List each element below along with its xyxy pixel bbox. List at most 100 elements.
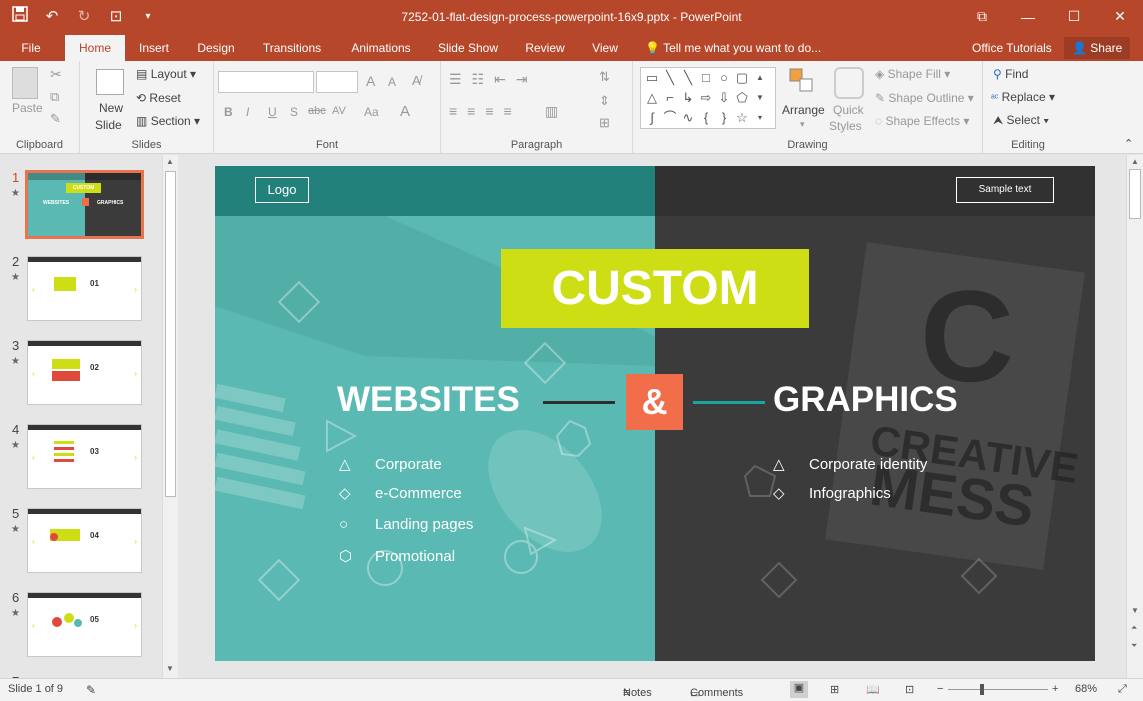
section-button[interactable]: ▥ Section ▾ — [136, 114, 200, 128]
collapse-ribbon-icon[interactable]: ⌃ — [1124, 137, 1133, 150]
select-button[interactable]: ⮝ Select ▾ — [993, 113, 1049, 128]
slide-thumbnail-6[interactable]: 05 ‹ › — [27, 592, 142, 657]
layout-button[interactable]: ▤ Layout ▾ — [136, 67, 196, 81]
change-case-button[interactable]: Aa — [364, 105, 379, 119]
bold-button[interactable]: B — [224, 105, 233, 119]
new-slide-icon — [96, 69, 124, 95]
thumbnail-scrollbar[interactable]: ▲ ▼ — [162, 155, 178, 678]
font-color-button[interactable]: A — [400, 103, 410, 120]
office-tutorials-account[interactable]: Office Tutorials — [972, 35, 1052, 61]
slide-sorter-icon[interactable]: ⊞ — [830, 683, 839, 696]
text-direction-icon[interactable]: ⇅ — [599, 69, 610, 85]
share-button[interactable]: 👤 Share — [1064, 37, 1131, 59]
tab-file[interactable]: File — [0, 35, 62, 61]
tab-home[interactable]: Home — [65, 35, 125, 61]
scroll-down-icon[interactable]: ▼ — [166, 664, 174, 673]
italic-button[interactable]: I — [246, 105, 249, 119]
shape-outline-button[interactable]: ✎ Shape Outline ▾ — [875, 91, 974, 105]
reading-view-icon[interactable]: 📖 — [866, 683, 880, 696]
slide-thumbnail-3[interactable]: 02 ‹ › — [27, 340, 142, 405]
shape-fill-button[interactable]: ◈ Shape Fill ▾ — [875, 67, 950, 81]
list-item[interactable]: ⬡ Promotional — [339, 547, 455, 565]
slide-thumbnail-1[interactable]: CUSTOM WEBSITES GRAPHICS — [25, 170, 144, 239]
new-slide-dropdown[interactable]: Slide — [95, 118, 122, 132]
list-item[interactable]: △ Corporate — [339, 455, 442, 473]
close-icon[interactable]: ✕ — [1097, 0, 1143, 33]
zoom-level[interactable]: 68% — [1075, 683, 1097, 695]
slideshow-view-icon[interactable]: ⊡ — [905, 683, 914, 696]
list-item[interactable]: ◇ Infographics — [773, 484, 891, 502]
slide-thumbnail-4[interactable]: 03 ‹ › — [27, 424, 142, 489]
maximize-icon[interactable]: ☐ — [1051, 0, 1097, 33]
shapes-gallery[interactable]: ▭ ╲ ╲ □ ○ ▢ ▲ △ ⌐ ↳ ⇨ ⇩ ⬠ ▼ ∫ ⌒ ∿ {} ☆ ▾ — [640, 67, 776, 129]
slide-scrollbar[interactable]: ▲ ▼ ⏶ ⏷ — [1126, 155, 1143, 678]
char-spacing-button[interactable]: AV — [332, 105, 346, 117]
smartart-icon[interactable]: ⊞ — [599, 115, 610, 131]
scroll-up-icon[interactable]: ▲ — [166, 157, 174, 166]
list-item[interactable]: ◇ e-Commerce — [339, 484, 462, 502]
tab-design[interactable]: Design — [188, 35, 244, 61]
list-item[interactable]: △ Corporate identity — [773, 455, 927, 473]
replace-button[interactable]: ᵃᶜ Replace ▾ — [991, 90, 1055, 104]
clear-format-icon[interactable]: A̸ — [412, 73, 421, 88]
tab-animations[interactable]: Animations — [341, 35, 421, 61]
main-slide[interactable]: C CREATIVE MESS Logo Sample text CUSTOM … — [215, 166, 1095, 661]
grow-font-button[interactable]: A — [366, 73, 375, 89]
find-button[interactable]: ⚲ Find — [993, 67, 1028, 81]
scroll-thumb[interactable] — [165, 171, 176, 497]
minimize-icon[interactable]: — — [1005, 0, 1051, 33]
graphics-heading[interactable]: GRAPHICS — [773, 380, 958, 420]
quick-styles-button[interactable]: Quick — [833, 103, 864, 117]
shape-effects-button[interactable]: ◌ Shape Effects ▾ — [875, 114, 969, 128]
slide-thumbnail-5[interactable]: 04 ‹ › — [27, 508, 142, 573]
cursor-icon: ⮝ — [993, 113, 1004, 127]
tab-transitions[interactable]: Transitions — [253, 35, 331, 61]
list-buttons[interactable]: ☰☷⇤⇥ — [449, 71, 538, 88]
arrange-button[interactable]: Arrange — [782, 103, 825, 117]
align-text-icon[interactable]: ⇕ — [599, 93, 610, 109]
tab-review[interactable]: Review — [516, 35, 574, 61]
zoom-out-icon[interactable]: − — [937, 683, 943, 695]
tab-view[interactable]: View — [584, 35, 626, 61]
font-name-combo[interactable] — [218, 71, 314, 93]
tab-insert[interactable]: Insert — [128, 35, 180, 61]
window-controls: ⧉ — ☐ ✕ — [959, 0, 1143, 33]
websites-heading[interactable]: WEBSITES — [337, 380, 520, 420]
shrink-font-button[interactable]: A — [388, 75, 396, 89]
shape-outline-label: Shape Outline — [888, 91, 965, 105]
logo-placeholder[interactable]: Logo — [255, 177, 309, 203]
reset-button[interactable]: ⟲ Reset — [136, 91, 181, 105]
slide-thumbnail-2[interactable]: 01 ‹ › — [27, 256, 142, 321]
restore-ribbon-icon[interactable]: ⧉ — [959, 0, 1005, 33]
columns-icon[interactable]: ▥ — [545, 103, 558, 120]
custom-title[interactable]: CUSTOM — [501, 249, 809, 328]
underline-button[interactable]: U — [268, 105, 277, 119]
paste-button[interactable]: Paste — [12, 101, 43, 115]
normal-view-icon[interactable]: ▣ — [790, 681, 808, 698]
fit-to-window-icon[interactable]: ⤢ — [1118, 683, 1127, 696]
thumb-step-label: 04 — [90, 531, 99, 540]
tell-me-box[interactable]: 💡 Tell me what you want to do... — [645, 35, 821, 61]
previous-slide-icon[interactable]: ⏶ — [1131, 623, 1137, 633]
zoom-slider-thumb[interactable] — [980, 684, 984, 695]
next-slide-icon[interactable]: ⏷ — [1131, 641, 1137, 651]
scroll-down-icon[interactable]: ▼ — [1131, 606, 1139, 615]
sample-text-box[interactable]: Sample text — [956, 177, 1054, 203]
strikethrough-button[interactable]: abc — [308, 105, 326, 117]
align-buttons[interactable]: ≡≡≡≡ — [449, 103, 522, 119]
zoom-in-icon[interactable]: + — [1052, 683, 1058, 695]
font-size-combo[interactable] — [316, 71, 358, 93]
ampersand-badge[interactable]: & — [626, 374, 683, 430]
tab-slideshow[interactable]: Slide Show — [430, 35, 506, 61]
spellcheck-icon[interactable]: ✎ — [86, 683, 96, 697]
quick-styles-dropdown[interactable]: Styles — [829, 119, 862, 133]
shadow-button[interactable]: S — [290, 105, 298, 119]
format-painter-icon[interactable]: ✎ — [50, 111, 61, 127]
cut-icon[interactable]: ✂ — [50, 66, 62, 83]
copy-icon[interactable]: ⧉ — [50, 89, 59, 105]
scroll-up-icon[interactable]: ▲ — [1131, 157, 1139, 166]
scroll-thumb[interactable] — [1129, 169, 1141, 219]
zoom-slider-track[interactable] — [948, 689, 1048, 690]
new-slide-button[interactable]: New — [99, 101, 123, 115]
list-item[interactable]: ○ Landing pages — [339, 516, 473, 533]
